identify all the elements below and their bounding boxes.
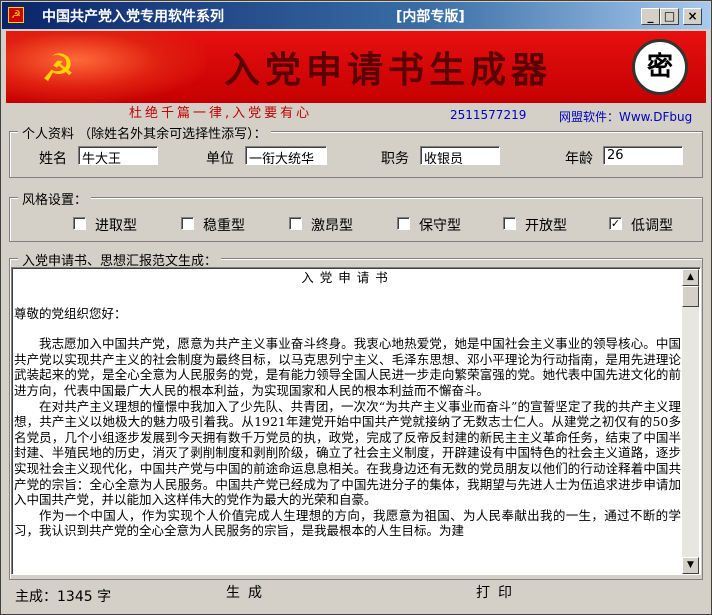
position-field[interactable]: 收银员 — [420, 146, 500, 165]
scroll-thumb[interactable] — [682, 286, 699, 307]
document-title: 入党申请书 — [301, 270, 394, 285]
window-title: 中国共产党入党专用软件系列 — [42, 9, 224, 25]
document-paragraph: 在对共产主义理想的憧憬中我加入了少先队、共青团，一次次“为共产主义事业而奋斗”的… — [14, 398, 681, 508]
website-link[interactable]: 网盟软件：Www.DFbug — [559, 108, 707, 125]
scroll-up-icon[interactable]: ▲ — [682, 269, 699, 286]
secret-seal-icon: 密 — [632, 39, 688, 95]
style-option-label: 保守型 — [419, 218, 461, 234]
style-option-label: 稳重型 — [203, 218, 245, 234]
secret-seal-label: 密 — [646, 52, 673, 82]
maximize-button[interactable]: □ — [660, 8, 679, 25]
name-label: 姓名 — [39, 151, 67, 167]
banner-title: 入党申请书生成器 — [224, 49, 553, 91]
app-icon[interactable]: ☭ — [8, 7, 24, 23]
checkbox-style-3[interactable] — [289, 217, 302, 230]
checkbox-style-2[interactable] — [181, 217, 194, 230]
checkbox-style-5[interactable] — [503, 217, 516, 230]
party-emblem-icon: ☭ — [40, 46, 76, 90]
minimize-button[interactable]: _ — [641, 8, 660, 25]
checkbox-style-6[interactable]: ✓ — [609, 217, 622, 230]
style-option-label: 进取型 — [95, 218, 137, 234]
personal-info-label: 个人资料 （除姓名外其余可选择性添写）： — [18, 123, 271, 142]
name-field[interactable]: 牛大王 — [78, 146, 158, 165]
header-banner: ☭ 入党申请书生成器 密 — [6, 31, 706, 103]
slogan-text: 杜绝千篇一律,入党要有心 — [129, 106, 313, 121]
qq-number: 2511577219 — [450, 108, 527, 122]
title-bar[interactable]: ☭ 中国共产党入党专用软件系列 [内部专版] _ □ × — [2, 2, 710, 29]
position-label: 职务 — [381, 151, 409, 167]
print-button[interactable]: 打印 — [463, 581, 533, 607]
unit-field[interactable]: 一衔大统华 — [245, 146, 327, 165]
edition-badge: [内部专版] — [396, 9, 465, 25]
unit-label: 单位 — [206, 151, 234, 167]
word-count: 主成：1345 字 — [15, 589, 112, 605]
app-window: ☭ 中国共产党入党专用软件系列 [内部专版] _ □ × ☭ 入党申请书生成器 … — [0, 0, 712, 615]
checkbox-style-1[interactable] — [73, 217, 86, 230]
generate-button[interactable]: 生成 — [213, 581, 283, 607]
style-label: 风格设置： — [18, 189, 92, 208]
age-field[interactable]: 26 — [603, 146, 683, 165]
document-textarea[interactable]: 入党申请书 尊敬的党组织您好： 我志愿加入中国共产党，愿意为共产主义事业奋斗终身… — [11, 267, 701, 575]
scroll-down-icon[interactable]: ▼ — [682, 557, 699, 574]
age-label: 年龄 — [565, 151, 593, 167]
document-content: 入党申请书 尊敬的党组织您好： 我志愿加入中国共产党，愿意为共产主义事业奋斗终身… — [14, 270, 681, 572]
close-button[interactable]: × — [683, 8, 702, 25]
document-salutation: 尊敬的党组织您好： — [14, 305, 127, 321]
document-paragraph: 我志愿加入中国共产党，愿意为共产主义事业奋斗终身。我衷心地热爱党，她是中国社会主… — [14, 336, 681, 398]
style-option-label: 低调型 — [631, 218, 673, 234]
checkbox-style-4[interactable] — [397, 217, 410, 230]
document-paragraph: 作为一个中国人，作为实现个人价值完成人生理想的方向，我愿意为祖国、为人民奉献出我… — [14, 507, 681, 539]
vertical-scrollbar[interactable]: ▲ ▼ — [682, 269, 699, 574]
style-option-label: 激昂型 — [311, 218, 353, 234]
style-option-label: 开放型 — [525, 218, 567, 234]
